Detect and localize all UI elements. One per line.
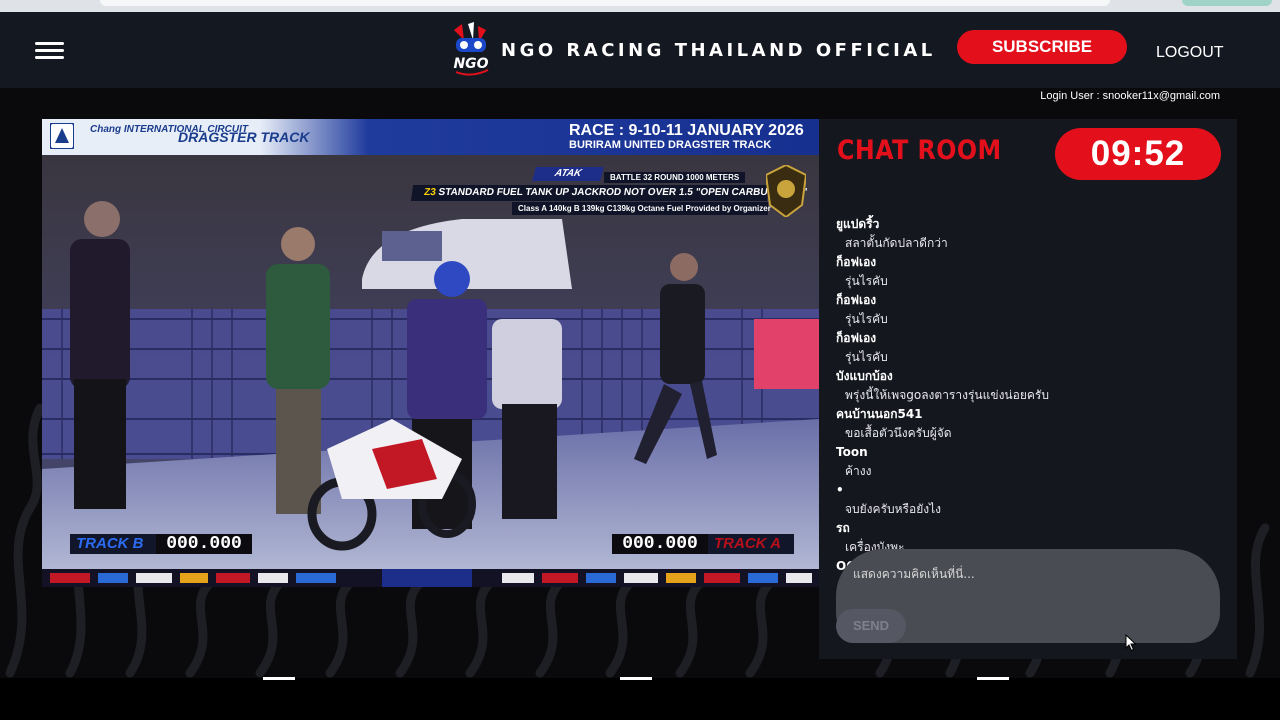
send-button[interactable]: SEND (836, 609, 906, 643)
logout-link[interactable]: LOGOUT (1156, 44, 1224, 62)
chat-username: ก็อฟเอง (836, 331, 877, 345)
chat-username: ก็อฟเอง (836, 293, 877, 307)
comment-input-box[interactable]: SEND (836, 549, 1220, 643)
track-b-time: 000.000 (156, 534, 252, 554)
chat-room-title: CHAT ROOM (837, 135, 1002, 166)
chat-message: Toon ค้างง (836, 443, 1226, 481)
login-user-label: Login User : snooker11x@gmail.com (1040, 90, 1220, 102)
logo-text: NGO (453, 56, 488, 72)
ngo-logo[interactable]: NGO (446, 20, 496, 80)
chat-username: ก็อฟเอง (836, 255, 877, 269)
chat-username: ยูแปดริ้ว (836, 217, 880, 231)
chat-room-panel: CHAT ROOM 09:52 ยูแปดริ้ว สลาตั้นกัดปลาด… (819, 119, 1237, 659)
class-title-text: STANDARD FUEL TANK UP JACKROD NOT OVER 1… (434, 187, 808, 198)
chat-message: ก็อฟเอง รุ่นไรคับ (836, 291, 1226, 329)
race-banner: Chang INTERNATIONAL CIRCUIT DRAGSTER TRA… (42, 119, 819, 155)
top-navigation-bar: NGO NGO RACING THAILAND OFFICIAL SUBSCRI… (0, 12, 1280, 88)
track-a-time: 000.000 (612, 534, 708, 554)
chat-username: บังแบกบ้อง (836, 369, 893, 383)
subscribe-button[interactable]: SUBSCRIBE (957, 30, 1127, 64)
chat-message: คนบ้านนอก541 ขอเสื้อตัวนึงครับผู้จัด (836, 405, 1226, 443)
track-b-label: TRACK B (70, 534, 156, 554)
chat-message: ก็อฟเอง รุ่นไรคับ (836, 329, 1226, 367)
trophy-crest-icon (766, 165, 806, 217)
class-title: Z3 STANDARD FUEL TANK UP JACKROD NOT OVE… (410, 185, 808, 201)
bottom-indicator (620, 677, 652, 680)
atak-badge: ATAK (532, 167, 604, 181)
ngo-badge-icon (50, 123, 74, 149)
live-video-player[interactable]: Chang INTERNATIONAL CIRCUIT DRAGSTER TRA… (42, 119, 819, 587)
chat-message-text: ค้างง (845, 464, 872, 478)
class-detail: Class A 140kg B 139kg C139kg Octane Fuel… (512, 202, 771, 215)
chat-message-text: รุ่นไรคับ (845, 312, 888, 326)
chat-message: ก็อฟเอง รุ่นไรคับ (836, 253, 1226, 291)
sponsor-logos (50, 569, 812, 587)
battle-info: BATTLE 32 ROUND 1000 METERS (604, 172, 746, 183)
track-b-scoreboard: TRACK B 000.000 (70, 534, 252, 554)
chat-message: ยูแปดริ้ว สลาตั้นกัดปลาดีกว่า (836, 215, 1226, 253)
bottom-indicator (263, 677, 295, 680)
chat-message-text: ขอเสื้อตัวนึงครับผู้จัด (845, 426, 952, 440)
chat-message-text: รุ่นไรคับ (845, 350, 888, 364)
comment-input[interactable] (853, 563, 1193, 585)
chat-message-text: พรุ่งนี้ให้เพจgoลงตารางรุ่นแข่งน่อยครับ (845, 388, 1049, 402)
address-bar[interactable] (100, 0, 1110, 6)
browser-button[interactable] (1182, 0, 1272, 6)
bottom-bar (0, 678, 1280, 720)
chat-message-text: จบยังครับหรือยังไง (845, 502, 941, 516)
track-a-scoreboard: 000.000 TRACK A (612, 534, 794, 554)
track-a-label: TRACK A (708, 534, 794, 554)
chat-username: • (836, 483, 844, 497)
hamburger-menu-icon[interactable] (35, 42, 64, 60)
race-subtitle: BURIRAM UNITED DRAGSTER TRACK (569, 139, 772, 151)
page: NGO NGO RACING THAILAND OFFICIAL SUBSCRI… (0, 0, 1280, 720)
chat-username: คนบ้านนอก541 (836, 407, 923, 421)
chat-message-text: สลาตั้นกัดปลาดีกว่า (845, 236, 948, 250)
bottom-indicator (977, 677, 1009, 680)
sponsor-ticker (42, 569, 819, 587)
chat-message: • จบยังครับหรือยังไง (836, 481, 1226, 519)
chat-username: รถ (836, 521, 850, 535)
chat-message-list[interactable]: ยูแปดริ้ว สลาตั้นกัดปลาดีกว่า ก็อฟเอง รุ… (836, 215, 1226, 577)
browser-strip (0, 0, 1280, 12)
chat-username: Toon (836, 445, 868, 459)
class-info-card: ATAK BATTLE 32 ROUND 1000 METERS Z3 STAN… (410, 167, 808, 215)
chat-message: บังแบกบ้อง พรุ่งนี้ให้เพจgoลงตารางรุ่นแข… (836, 367, 1226, 405)
mouse-pointer-icon (1125, 634, 1137, 652)
chat-message-text: รุ่นไรคับ (845, 274, 888, 288)
race-title: RACE : 9-10-11 JANUARY 2026 (569, 122, 804, 139)
countdown-timer: 09:52 (1055, 128, 1221, 180)
site-title: NGO RACING THAILAND OFFICIAL (501, 40, 936, 61)
dragster-track-logo: DRAGSTER TRACK (178, 129, 310, 145)
